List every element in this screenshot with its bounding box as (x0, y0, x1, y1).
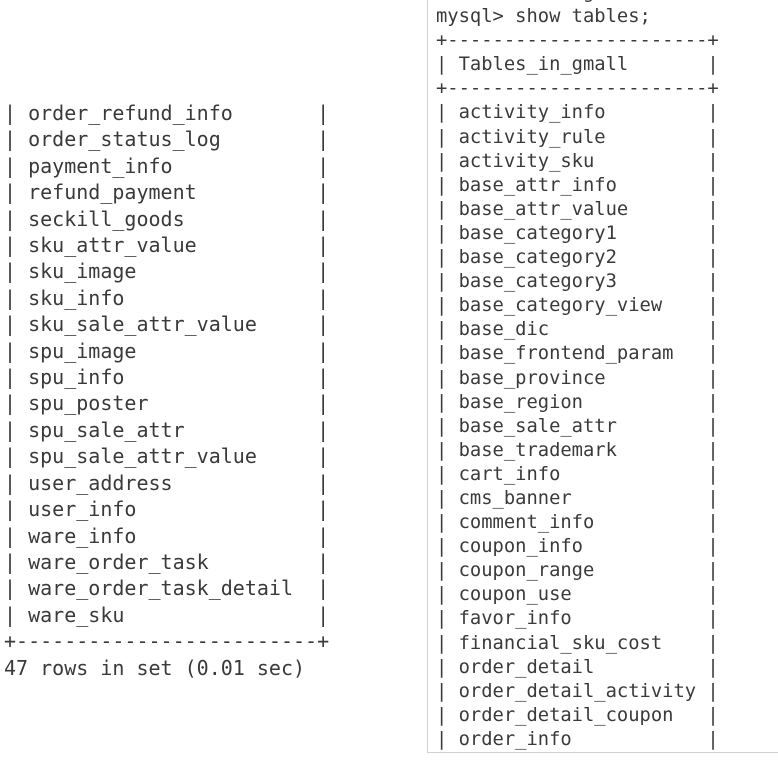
table-row: | user_info | (4, 497, 330, 522)
table-row: | cms_banner | (436, 487, 719, 509)
table-row: | ware_order_task | (4, 549, 330, 574)
table-row: | activity_rule | (436, 126, 719, 148)
table-row: | comment_info | (436, 512, 719, 534)
table-row: | ware_info | (4, 523, 330, 548)
table-row: | base_category2 | (436, 247, 719, 269)
table-row: | sku_image | (4, 259, 330, 284)
table-row: | base_category3 | (436, 271, 719, 293)
terminal-panel-right: Database changedmysql> show tables;+----… (427, 0, 778, 753)
table-border: +-------------------------+ (4, 629, 330, 654)
table-border: +-----------------------+ (436, 30, 719, 52)
table-row: | base_attr_info | (436, 174, 719, 196)
table-row: | coupon_use | (436, 584, 719, 606)
table-row: | base_sale_attr | (436, 415, 719, 437)
table-row: | spu_sale_attr | (4, 417, 330, 442)
table-row: | user_address | (4, 470, 330, 495)
table-row: | coupon_info | (436, 536, 719, 558)
command-prompt: mysql> show tables; (436, 6, 651, 28)
table-row: | order_detail_coupon | (436, 704, 719, 726)
table-row: | sku_sale_attr_value | (4, 312, 330, 337)
table-row: | spu_poster | (4, 391, 330, 416)
table-row: | favor_info | (436, 608, 719, 630)
table-row: | base_category_view | (436, 295, 719, 317)
table-row: | refund_payment | (4, 180, 330, 205)
table-row: | base_dic | (436, 319, 719, 341)
table-row: | base_region | (436, 391, 719, 413)
table-row: | order_detail_activity | (436, 680, 719, 702)
table-row: | order_info | (436, 728, 719, 750)
table-row: | base_trademark | (436, 439, 719, 461)
table-row: | sku_attr_value | (4, 233, 330, 258)
table-row: | activity_info | (436, 102, 719, 124)
table-row: | financial_sku_cost | (436, 632, 719, 654)
table-row: | ware_order_task_detail | (4, 576, 330, 601)
table-row: | seckill_goods | (4, 206, 330, 231)
table-row: | ware_sku | (4, 602, 330, 627)
table-row: | order_refund_info | (4, 101, 330, 125)
table-border: +-----------------------+ (436, 78, 719, 100)
table-row: | coupon_range | (436, 560, 719, 582)
table-row: | spu_info | (4, 365, 330, 390)
table-row: | spu_image | (4, 338, 330, 363)
table-row: | base_frontend_param | (436, 343, 719, 365)
table-row: | spu_sale_attr_value | (4, 444, 330, 469)
table-row: | activity_sku | (436, 150, 719, 172)
table-row: | cart_info | (436, 463, 719, 485)
result-summary: 47 rows in set (0.01 sec) (4, 655, 306, 680)
terminal-output-left: | order_refund_info | | order_status_log … (4, 100, 329, 681)
table-header: | Tables_in_gmall | (436, 54, 719, 76)
terminal-output-right: Database changedmysql> show tables;+----… (436, 0, 719, 752)
table-row: | base_category1 | (436, 222, 719, 244)
table-row: | payment_info | (4, 153, 330, 178)
table-row: | order_status_log | (4, 127, 330, 152)
table-row: | order_detail | (436, 656, 719, 678)
table-row: | base_province | (436, 367, 719, 389)
table-row: | sku_info | (4, 285, 330, 310)
table-row: | base_attr_value | (436, 198, 719, 220)
